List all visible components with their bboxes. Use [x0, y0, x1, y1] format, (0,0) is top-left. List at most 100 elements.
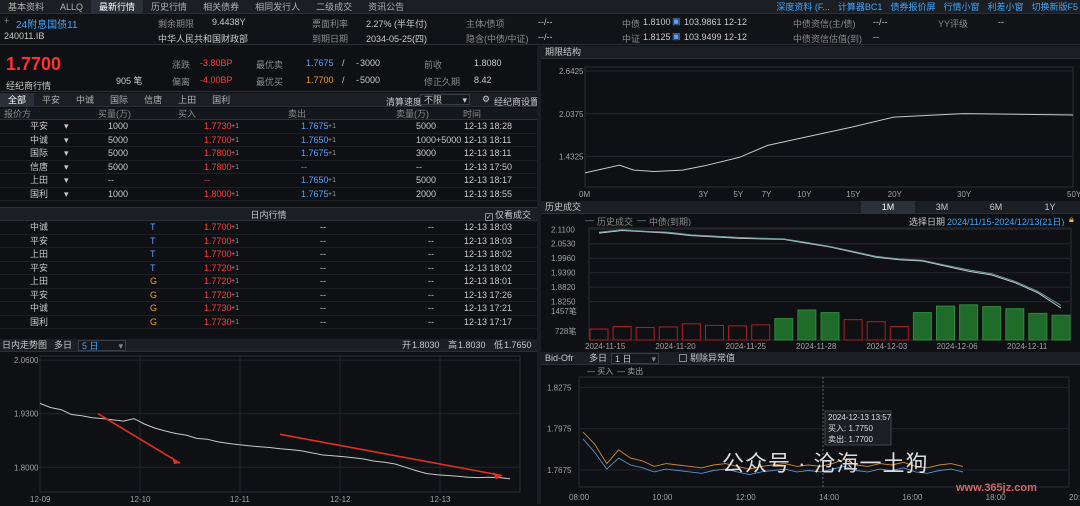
table-row[interactable]: 平安 T 1.7700 +1 -- -- 12-13 18:03	[0, 235, 537, 248]
ask-price[interactable]: 1.7675	[301, 120, 329, 134]
intraday-trend-chart[interactable]: 2.0600 1.9300 1.8000 12-09 12-10 12-11 12-12 12…	[0, 352, 537, 504]
top-link[interactable]: 深度资料 (F...	[776, 0, 830, 14]
range-tab-3m[interactable]: 3M	[915, 201, 969, 214]
x-tick-label: 2024-11-25	[726, 342, 767, 350]
column-header[interactable]: 卖量(万)	[396, 108, 429, 120]
trade-time: 12-13 18:03	[464, 222, 513, 232]
y-tick-label: 1.8000	[14, 463, 39, 472]
term-structure-chart[interactable]: 2.6425 2.0375 1.4325 0M 3Y 5Y 7Y 10Y 15Y 20Y 30Y 50…	[541, 59, 1080, 201]
trade-time: 12-13 18:01	[464, 276, 513, 286]
broker-tab[interactable]: 信唐	[136, 93, 170, 107]
volume-bar	[681, 323, 701, 341]
bond-name[interactable]: 24附息国债11	[16, 16, 78, 31]
top-tab[interactable]: 相同发行人	[247, 0, 308, 14]
table-row[interactable]: 中诚 ▾ 5000 1.7700 +1 1.7650 +1 1000+5000 12-13 18…	[0, 134, 537, 148]
y-tick-label: 2.6425	[559, 67, 584, 76]
cb-label: 中债	[622, 19, 641, 29]
range-tab-1y[interactable]: 1Y	[1023, 201, 1077, 214]
add-icon[interactable]: +	[4, 16, 9, 26]
top-tab[interactable]: 资讯公告	[360, 0, 412, 14]
ask-price[interactable]: 1.7675	[301, 147, 329, 161]
volume-bar	[751, 324, 771, 341]
table-row[interactable]: 信唐 ▾ 5000 1.7800 +1 -- -- 12-13 17:50	[0, 161, 537, 175]
clear-speed-value: 不限	[424, 95, 443, 105]
top-link[interactable]: 利差小窗	[987, 0, 1023, 14]
bid-price[interactable]: 1.8000	[204, 188, 232, 202]
price-superscript: +1	[231, 237, 239, 245]
settings-icon[interactable]: ⚙	[482, 94, 490, 105]
chevron-down-icon: ▾	[651, 354, 656, 364]
top-tab[interactable]: 历史行情	[143, 0, 195, 14]
table-row[interactable]: 上田 G 1.7720 +1 -- -- 12-13 18:01	[0, 275, 537, 289]
table-row[interactable]: 平安 G 1.7720 +1 -- -- 12-13 17:26	[0, 289, 537, 302]
top-tab[interactable]: 最新行情	[91, 0, 144, 14]
table-row[interactable]: 平安 T 1.7720 +1 -- -- 12-13 18:02	[0, 262, 537, 275]
top-tab[interactable]: 二级成交	[308, 0, 360, 14]
bid-price[interactable]: 1.7800	[204, 147, 232, 161]
cs-expand-icon[interactable]: ▣	[672, 31, 681, 42]
table-row[interactable]: 上田 ▾ -- -- 1.7650 +1 5000 12-13 18:17	[0, 174, 537, 188]
top-link[interactable]: 计算器BC1	[838, 0, 883, 14]
table-row[interactable]: 平安 ▾ 1000 1.7730 +1 1.7675 +1 5000 12-13 18:28	[0, 120, 537, 134]
ask-price[interactable]: 1.7650	[301, 174, 329, 188]
bid-price[interactable]: 1.7700	[204, 134, 232, 148]
table-row[interactable]: 国利 ▾ 1000 1.8000 +1 1.7675 +1 2000 12-13 18:55	[0, 188, 537, 202]
remove-outliers-toggle[interactable]: 剔除异常值	[679, 352, 735, 365]
table-row[interactable]: 中诚 G 1.7730 +1 -- -- 12-13 17:21	[0, 302, 537, 316]
bidofr-days-label: 多日	[589, 353, 608, 363]
cs-yield: 1.8125	[643, 32, 671, 42]
ask-superscript: +1	[328, 177, 336, 184]
column-header[interactable]: 卖出	[288, 108, 306, 120]
tooltip-buy: 买入: 1.7750	[828, 424, 873, 433]
table-row[interactable]: 中诚 T 1.7700 +1 -- -- 12-13 18:03	[0, 221, 537, 235]
column-value: --	[320, 276, 326, 286]
cb-expand-icon[interactable]: ▣	[672, 16, 681, 27]
top-link[interactable]: 切换新版F5	[1031, 0, 1078, 14]
range-tab-1m[interactable]: 1M	[861, 201, 915, 214]
history-chart[interactable]: 2.1100 2.0530 1.9960 1.9390 1.8820 1.8250 1457…	[541, 225, 1080, 351]
ask-volume: 1000+5000	[416, 134, 462, 145]
ask-price[interactable]: 1.7650	[301, 134, 329, 148]
bidofr-days-select[interactable]: 1 日 ▾	[611, 353, 659, 364]
broker-tab[interactable]: 国际	[102, 93, 136, 107]
table-row[interactable]: 国际 ▾ 5000 1.7800 +1 1.7675 +1 3000 12-13 18:11	[0, 147, 537, 161]
broker-name: 中诚	[30, 134, 49, 145]
trade-price: 1.7700	[204, 249, 232, 259]
top-link[interactable]: 行情小窗	[943, 0, 979, 14]
broker-tab[interactable]: 上田	[170, 93, 204, 107]
column-header[interactable]: 时间	[463, 108, 481, 120]
broker-tab[interactable]: 国利	[204, 93, 238, 107]
column-header[interactable]: 买量(万)	[98, 108, 131, 120]
broker-tab[interactable]: 全部	[0, 93, 35, 107]
lock-icon[interactable]: 🔒︎	[1069, 214, 1074, 225]
broker-tab[interactable]: 平安	[34, 93, 68, 107]
column-header[interactable]: 买入	[178, 108, 196, 120]
clear-speed-label: 清算速度	[386, 97, 423, 107]
ask-price[interactable]: 1.7675	[301, 188, 329, 202]
bid-price[interactable]: --	[204, 174, 210, 188]
term-svg: 2.6425 2.0375 1.4325 0M 3Y 5Y 7Y 10Y 15Y 20Y 30Y 50…	[559, 66, 1080, 199]
column-header[interactable]: 报价方	[4, 108, 31, 120]
clear-speed-select[interactable]: 不限 ▾	[420, 94, 470, 105]
term-title: 期限结构	[545, 47, 582, 57]
trend-days-select[interactable]: 5 日 ▾	[78, 340, 126, 351]
bond-info-bar: + 24附息国债11 240011.IB 剩余期限 9.4438Y 中华人民共和…	[0, 15, 1080, 45]
issuer: 中华人民共和国财政部	[158, 34, 249, 44]
only-deal-toggle[interactable]: ✓ 仅看成交	[484, 208, 531, 222]
top-tab[interactable]: 基本资料	[0, 0, 52, 14]
trend-days-label: 多日	[54, 340, 73, 350]
ask-superscript: +1	[328, 190, 336, 198]
broker-settings-button[interactable]: 经纪商设置	[494, 95, 539, 108]
top-link[interactable]: 债券报价屏	[890, 0, 935, 14]
table-row[interactable]: 国利 G 1.7730 +1 -- -- 12-13 17:17	[0, 316, 537, 329]
volume-bar	[612, 325, 632, 341]
top-tab[interactable]: ALLQ	[52, 0, 91, 14]
top-tab[interactable]: 相关债券	[195, 0, 247, 14]
price-superscript: +1	[231, 251, 239, 258]
table-row[interactable]: 上田 T 1.7700 +1 -- -- 12-13 18:02	[0, 248, 537, 262]
range-tab-6m[interactable]: 6M	[969, 201, 1023, 214]
broker-tab[interactable]: 中诚	[68, 93, 102, 107]
bid-price[interactable]: 1.7730	[204, 120, 232, 134]
ask-price[interactable]: --	[301, 161, 307, 175]
bid-price[interactable]: 1.7800	[204, 161, 232, 175]
